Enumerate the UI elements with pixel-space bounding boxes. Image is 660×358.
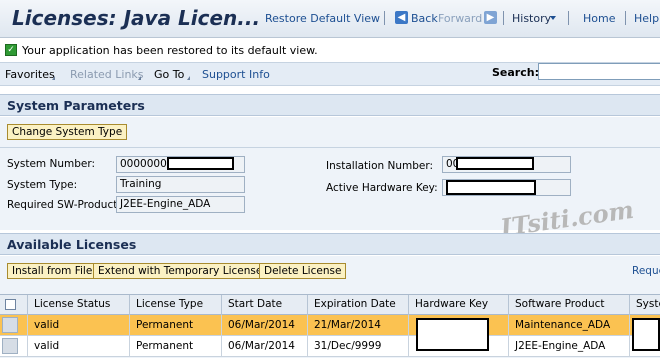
cell-expiration-date: 21/Mar/2014 <box>307 315 408 336</box>
column-license-status[interactable]: License Status <box>27 295 129 315</box>
favorites-dropdown-icon[interactable] <box>52 76 55 80</box>
change-system-type-button[interactable]: Change System Type <box>7 124 128 140</box>
related-links-dropdown-icon <box>138 76 141 80</box>
success-check-icon: ✓ <box>5 44 17 56</box>
toolbar: Favorites Related Links Go To Support In… <box>0 62 660 86</box>
column-start-date[interactable]: Start Date <box>221 295 307 315</box>
column-software-product[interactable]: Software Product <box>508 295 629 315</box>
installation-number-label: Installation Number: <box>326 160 434 172</box>
install-from-file-button[interactable]: Install from File <box>7 263 98 279</box>
header-separator <box>503 11 504 25</box>
cell-software-product: Maintenance_ADA <box>508 315 629 336</box>
message-text: Your application has been restored to it… <box>22 44 318 57</box>
divider <box>0 147 660 148</box>
column-system[interactable]: Syste <box>629 295 660 315</box>
history-dropdown-icon[interactable] <box>550 16 556 20</box>
cell-expiration-date: 31/Dec/9999 <box>307 336 408 357</box>
header-separator <box>384 11 385 25</box>
required-sw-product-value: J2EE-Engine_ADA <box>120 198 211 210</box>
history-menu[interactable]: History <box>512 12 551 25</box>
cell-license-type: Permanent <box>129 336 221 357</box>
go-to-menu[interactable]: Go To <box>154 68 184 81</box>
system-type-field: Training <box>116 176 245 193</box>
system-number-value: 00000000 <box>120 158 174 170</box>
row-selector[interactable] <box>2 317 18 333</box>
request-license-link[interactable]: Reque <box>632 265 660 277</box>
required-sw-product-field: J2EE-Engine_ADA <box>116 196 245 213</box>
cell-software-product: J2EE-Engine_ADA <box>508 336 629 357</box>
search-input[interactable] <box>538 63 660 80</box>
message-bar: ✓ Your application has been restored to … <box>0 40 660 61</box>
cell-license-status: valid <box>27 315 129 336</box>
back-link[interactable]: Back <box>411 12 438 25</box>
row-selector[interactable] <box>2 338 18 354</box>
delete-license-button[interactable]: Delete License <box>259 263 347 279</box>
select-all-icon[interactable] <box>5 299 16 310</box>
favorites-menu[interactable]: Favorites <box>5 68 55 81</box>
column-expiration-date[interactable]: Expiration Date <box>307 295 408 315</box>
redaction-box <box>446 180 536 195</box>
column-hardware-key[interactable]: Hardware Key <box>408 295 508 315</box>
search-label: Search: <box>492 66 539 79</box>
related-links-menu: Related Links <box>70 68 144 81</box>
redaction-box <box>456 157 534 170</box>
table-row[interactable]: valid Permanent 06/Mar/2014 21/Mar/2014 … <box>0 315 660 336</box>
forward-arrow-icon: ▶ <box>484 11 497 24</box>
redaction-box <box>416 318 489 351</box>
extend-temporary-license-button[interactable]: Extend with Temporary License <box>93 263 268 279</box>
redaction-box <box>167 157 234 170</box>
restore-default-view-link[interactable]: Restore Default View <box>265 12 380 25</box>
header-separator <box>568 11 569 25</box>
system-parameters-header: System Parameters <box>0 94 660 116</box>
redaction-box <box>632 318 660 351</box>
system-number-label: System Number: <box>7 158 96 170</box>
cell-start-date: 06/Mar/2014 <box>221 336 307 357</box>
help-link[interactable]: Help <box>634 12 659 25</box>
available-licenses-title: Available Licenses <box>7 237 137 252</box>
forward-link: Forward <box>438 12 483 25</box>
table-header: License Status License Type Start Date E… <box>0 294 660 315</box>
back-arrow-icon[interactable]: ◀ <box>395 11 408 24</box>
required-sw-product-label: Required SW-Product: <box>7 199 121 211</box>
table-row[interactable]: valid Permanent 06/Mar/2014 31/Dec/9999 … <box>0 336 660 357</box>
cell-license-status: valid <box>27 336 129 357</box>
available-licenses-header: Available Licenses <box>0 233 660 255</box>
support-info-link[interactable]: Support Info <box>202 68 270 81</box>
go-to-dropdown-icon[interactable] <box>187 76 190 80</box>
home-link[interactable]: Home <box>583 12 615 25</box>
page-title: Licenses: Java Licen... <box>12 6 261 30</box>
cell-license-type: Permanent <box>129 315 221 336</box>
system-parameters-title: System Parameters <box>7 98 145 113</box>
app-header: Licenses: Java Licen... Restore Default … <box>0 0 660 38</box>
column-license-type[interactable]: License Type <box>129 295 221 315</box>
system-type-label: System Type: <box>7 179 78 191</box>
cell-start-date: 06/Mar/2014 <box>221 315 307 336</box>
header-separator <box>625 11 626 25</box>
system-type-value: Training <box>120 178 162 190</box>
active-hardware-key-label: Active Hardware Key: <box>326 182 438 194</box>
